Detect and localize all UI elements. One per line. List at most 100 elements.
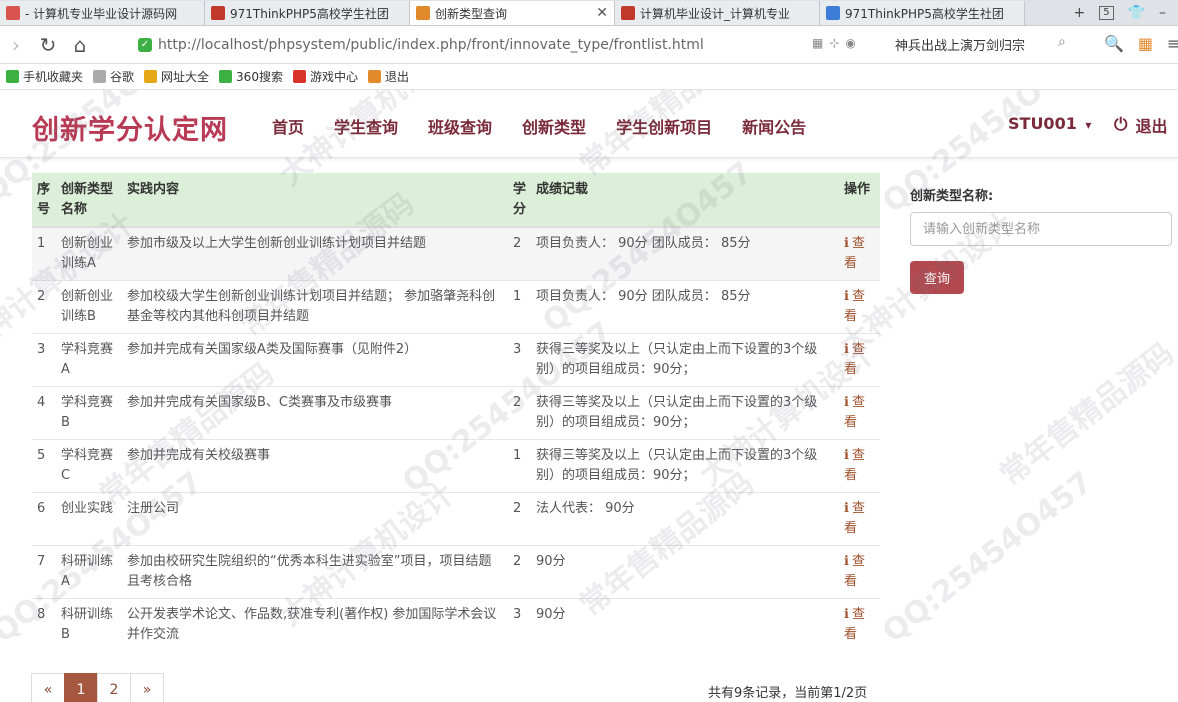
- row-score: 项目负责人： 90分 团队成员： 85分: [531, 280, 839, 334]
- row-score: 项目负责人： 90分 团队成员： 85分: [531, 226, 839, 281]
- page-button[interactable]: 2: [97, 673, 131, 702]
- game-icon: [292, 70, 306, 83]
- nav-link[interactable]: 创新类型: [522, 114, 586, 138]
- watermark-text: QQ:25454O457: [876, 465, 1100, 650]
- row-score: 获得三等奖及以上（只认定由上而下设置的3个级别）的项目组成员：90分；: [531, 439, 839, 493]
- row-score: 法人代表： 90分: [531, 492, 839, 546]
- info-icon: ℹ: [844, 501, 849, 516]
- row-content: 参加并完成有关校级赛事: [122, 439, 508, 493]
- bookmark-item[interactable]: 退出: [367, 68, 409, 85]
- row-no: 5: [32, 439, 56, 493]
- view-link[interactable]: ℹ 查看: [844, 607, 865, 642]
- next-page-button[interactable]: »: [130, 673, 164, 702]
- red-square-icon: [211, 6, 225, 20]
- bookmark-item[interactable]: 游戏中心: [292, 68, 358, 85]
- header-score: 成绩记载: [531, 173, 839, 228]
- view-link[interactable]: ℹ 查看: [844, 395, 865, 430]
- menu-icon[interactable]: ≡: [1167, 34, 1178, 53]
- nav-link[interactable]: 首页: [272, 114, 304, 138]
- home-icon[interactable]: ⌂: [64, 33, 96, 57]
- tab-count-badge[interactable]: 5: [1099, 6, 1114, 20]
- nav-link[interactable]: 学生查询: [334, 114, 398, 138]
- header-op: 操作: [839, 173, 880, 228]
- row-type: 学科竞赛C: [56, 439, 122, 493]
- type-name-search-input[interactable]: [910, 212, 1172, 246]
- header-credit: 学分: [508, 173, 531, 228]
- browser-tab-label: - 计算机专业毕业设计源码网: [25, 6, 178, 21]
- tab-controls: + 5 👕 –: [1073, 0, 1178, 26]
- view-link[interactable]: ℹ 查看: [844, 501, 865, 536]
- innovation-type-table-wrap: 序号 创新类型名称 实践内容 学分 成绩记载 操作 1 创新创业训练A 参加市级及以…: [32, 173, 880, 651]
- exit-icon: [367, 70, 381, 83]
- row-content: 注册公司: [122, 492, 508, 546]
- browser-tab[interactable]: 创新类型查询 ✕: [410, 1, 615, 25]
- bookmark-item[interactable]: 谷歌: [93, 68, 134, 85]
- shirt-icon[interactable]: 👕: [1128, 5, 1145, 21]
- nav-link[interactable]: 学生创新项目: [616, 114, 712, 138]
- info-icon: ℹ: [844, 236, 849, 251]
- bookmark-item[interactable]: 手机收藏夹: [6, 68, 83, 85]
- info-icon: ℹ: [844, 554, 849, 569]
- minimize-button[interactable]: –: [1159, 5, 1166, 21]
- view-link[interactable]: ℹ 查看: [844, 289, 865, 324]
- innovation-type-table: 序号 创新类型名称 实践内容 学分 成绩记载 操作 1 创新创业训练A 参加市级及以…: [32, 173, 880, 651]
- bookmarks-bar: 手机收藏夹 谷歌 网址大全 360搜索 游戏中心 退出: [0, 64, 1178, 90]
- table-row: 5 学科竞赛C 参加并完成有关校级赛事 1 获得三等奖及以上（只认定由上而下设置的3个级…: [32, 439, 880, 493]
- view-link[interactable]: ℹ 查看: [844, 342, 865, 377]
- bookmark-item[interactable]: 网址大全: [144, 68, 209, 85]
- row-type: 学科竞赛A: [56, 333, 122, 387]
- row-content: 公开发表学术论文、作品数,获准专利(著作权) 参加国际学术会议并作交流: [122, 598, 508, 651]
- row-credit: 2: [508, 492, 531, 546]
- row-credit: 2: [508, 545, 531, 599]
- caret-down-icon: ▾: [1085, 118, 1092, 132]
- browser-tab-label: 创新类型查询: [435, 6, 508, 21]
- new-tab-button[interactable]: +: [1073, 5, 1085, 21]
- secure-shield-icon: ✓: [138, 38, 152, 52]
- apps-grid-icon[interactable]: ▦: [1138, 34, 1153, 53]
- row-type: 创新创业训练B: [56, 280, 122, 334]
- row-no: 8: [32, 598, 56, 651]
- browser-tab[interactable]: 971ThinkPHP5高校学生社团: [820, 1, 1025, 25]
- watermark-text: 常年售精品源码: [993, 336, 1178, 494]
- row-no: 6: [32, 492, 56, 546]
- prev-page-button[interactable]: «: [31, 673, 65, 702]
- row-type: 创新创业训练A: [56, 226, 122, 281]
- url-text[interactable]: http://localhost/phpsystem/public/index.…: [158, 37, 704, 53]
- url-tools-icons[interactable]: ▦⊹◉: [812, 36, 862, 50]
- browser-tab[interactable]: 计算机毕业设计_计算机专业: [615, 1, 820, 25]
- row-credit: 3: [508, 333, 531, 387]
- row-content: 参加并完成有关国家级A类及国际赛事（见附件2）: [122, 333, 508, 387]
- forward-arrow-icon[interactable]: ›: [0, 33, 32, 57]
- row-op: ℹ 查看: [839, 280, 880, 334]
- query-button[interactable]: 查询: [910, 261, 964, 294]
- view-link[interactable]: ℹ 查看: [844, 448, 865, 483]
- view-link[interactable]: ℹ 查看: [844, 236, 865, 271]
- url-field[interactable]: ✓ http://localhost/phpsystem/public/inde…: [138, 32, 878, 58]
- reload-icon[interactable]: ↻: [32, 33, 64, 57]
- row-op: ℹ 查看: [839, 545, 880, 599]
- browser-tab[interactable]: 971ThinkPHP5高校学生社团: [205, 1, 410, 25]
- row-content: 参加校级大学生创新创业训练计划项目并结题； 参加骆肇尧科创基金等校内其他科创项目…: [122, 280, 508, 334]
- view-link[interactable]: ℹ 查看: [844, 554, 865, 589]
- table-row: 4 学科竞赛B 参加并完成有关国家级B、C类赛事及市级赛事 2 获得三等奖及以上（只认定…: [32, 386, 880, 440]
- row-op: ℹ 查看: [839, 439, 880, 493]
- close-tab-icon[interactable]: ✕: [596, 5, 608, 21]
- nav-link[interactable]: 班级查询: [428, 114, 492, 138]
- info-icon: ℹ: [844, 607, 849, 622]
- side-search-panel: 创新类型名称: 查询: [910, 185, 1172, 294]
- page-button[interactable]: 1: [64, 673, 98, 702]
- row-credit: 2: [508, 226, 531, 281]
- row-no: 3: [32, 333, 56, 387]
- browser-tab[interactable]: - 计算机专业毕业设计源码网: [0, 1, 205, 25]
- user-dropdown[interactable]: STU001 ▾: [1008, 114, 1091, 133]
- site-brand[interactable]: 创新学分认定网: [32, 108, 228, 147]
- row-content: 参加市级及以上大学生创新创业训练计划项目并结题: [122, 226, 508, 281]
- magnifier-icon[interactable]: 🔍: [1104, 34, 1124, 53]
- header-content: 实践内容: [122, 173, 508, 228]
- table-row: 1 创新创业训练A 参加市级及以上大学生创新创业训练计划项目并结题 2 项目负责人： 9…: [32, 226, 880, 281]
- search-icon[interactable]: ⌕: [1058, 34, 1066, 50]
- search-suggestion[interactable]: 神兵出战上演万剑归宗: [895, 35, 1025, 54]
- bookmark-item[interactable]: 360搜索: [219, 68, 283, 85]
- nav-link[interactable]: 新闻公告: [742, 114, 806, 138]
- logout-link[interactable]: ⏻ 退出: [1114, 113, 1167, 137]
